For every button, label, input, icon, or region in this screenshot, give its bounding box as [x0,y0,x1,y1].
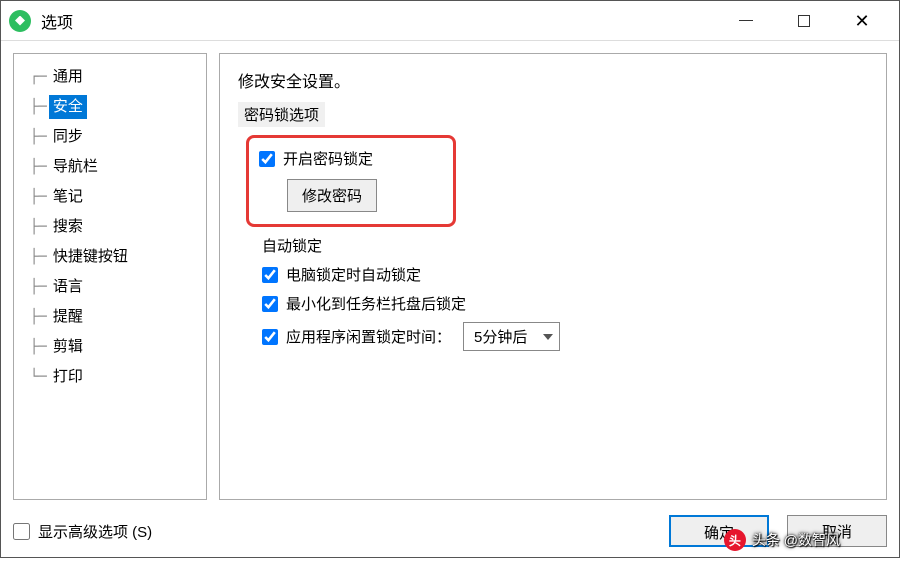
lock-on-computer-lock-checkbox[interactable] [262,267,278,283]
show-advanced-row[interactable]: 显示高级选项 (S) [13,521,152,542]
idle-lock-checkbox[interactable] [262,329,278,345]
sidebar-item-search[interactable]: ├─搜索 [18,212,202,242]
auto-lock-subheading: 自动锁定 [262,235,868,256]
lock-on-minimize-checkbox[interactable] [262,296,278,312]
content-panel: 修改安全设置。 密码锁选项 开启密码锁定 修改密码 自动锁定 电脑锁定时自动锁定… [219,53,887,500]
sidebar-item-clip[interactable]: ├─剪辑 [18,332,202,362]
idle-lock-label: 应用程序闲置锁定时间： [286,326,451,347]
enable-password-lock-row[interactable]: 开启密码锁定 [259,144,443,173]
show-advanced-checkbox[interactable] [13,523,30,540]
close-icon: ✕ [854,12,869,30]
chevron-down-icon [543,334,553,340]
minimize-icon [739,20,753,21]
sidebar-item-navbar[interactable]: ├─导航栏 [18,152,202,182]
window-title: 选项 [41,9,717,33]
sidebar-item-reminders[interactable]: ├─提醒 [18,302,202,332]
body-area: ┌─通用 ├─安全 ├─同步 ├─导航栏 ├─笔记 ├─搜索 ├─快捷键按钮 ├… [1,41,899,505]
sidebar-item-notes[interactable]: ├─笔记 [18,182,202,212]
sidebar-item-security[interactable]: ├─安全 [18,92,202,122]
lock-on-computer-lock-row[interactable]: 电脑锁定时自动锁定 [262,260,868,289]
options-dialog: 选项 ✕ ┌─通用 ├─安全 ├─同步 ├─导航栏 ├─笔记 ├─搜索 ├─快捷… [0,0,900,558]
lock-on-minimize-row[interactable]: 最小化到任务栏托盘后锁定 [262,289,868,318]
change-password-button[interactable]: 修改密码 [287,179,377,212]
idle-lock-select-value: 5分钟后 [474,326,527,347]
dialog-footer: 显示高级选项 (S) 确定 取消 [1,505,899,557]
footer-buttons: 确定 取消 [669,515,887,547]
idle-lock-row: 应用程序闲置锁定时间： 5分钟后 [262,318,868,355]
sidebar-item-shortcuts[interactable]: ├─快捷键按钮 [18,242,202,272]
minimize-button[interactable] [717,1,775,40]
highlight-annotation: 开启密码锁定 修改密码 [246,135,456,227]
app-icon [9,10,31,32]
ok-button[interactable]: 确定 [669,515,769,547]
cancel-button[interactable]: 取消 [787,515,887,547]
window-controls: ✕ [717,1,891,40]
sidebar: ┌─通用 ├─安全 ├─同步 ├─导航栏 ├─笔记 ├─搜索 ├─快捷键按钮 ├… [13,53,207,500]
titlebar: 选项 ✕ [1,1,899,41]
show-advanced-label: 显示高级选项 (S) [38,521,152,542]
idle-lock-check-wrap[interactable]: 应用程序闲置锁定时间： [262,326,451,347]
sidebar-item-print[interactable]: └─打印 [18,362,202,392]
enable-password-lock-checkbox[interactable] [259,151,275,167]
sidebar-item-general[interactable]: ┌─通用 [18,62,202,92]
lock-on-minimize-label: 最小化到任务栏托盘后锁定 [286,293,466,314]
section-heading: 修改安全设置。 [238,68,868,92]
maximize-icon [798,15,810,27]
sidebar-item-language[interactable]: ├─语言 [18,272,202,302]
maximize-button[interactable] [775,1,833,40]
auto-lock-options: 电脑锁定时自动锁定 最小化到任务栏托盘后锁定 应用程序闲置锁定时间： 5分钟后 [262,260,868,355]
enable-password-lock-label: 开启密码锁定 [283,148,373,169]
sidebar-item-sync[interactable]: ├─同步 [18,122,202,152]
password-group-label: 密码锁选项 [238,102,325,127]
idle-lock-select[interactable]: 5分钟后 [463,322,560,351]
close-button[interactable]: ✕ [833,1,891,40]
lock-on-computer-lock-label: 电脑锁定时自动锁定 [286,264,421,285]
